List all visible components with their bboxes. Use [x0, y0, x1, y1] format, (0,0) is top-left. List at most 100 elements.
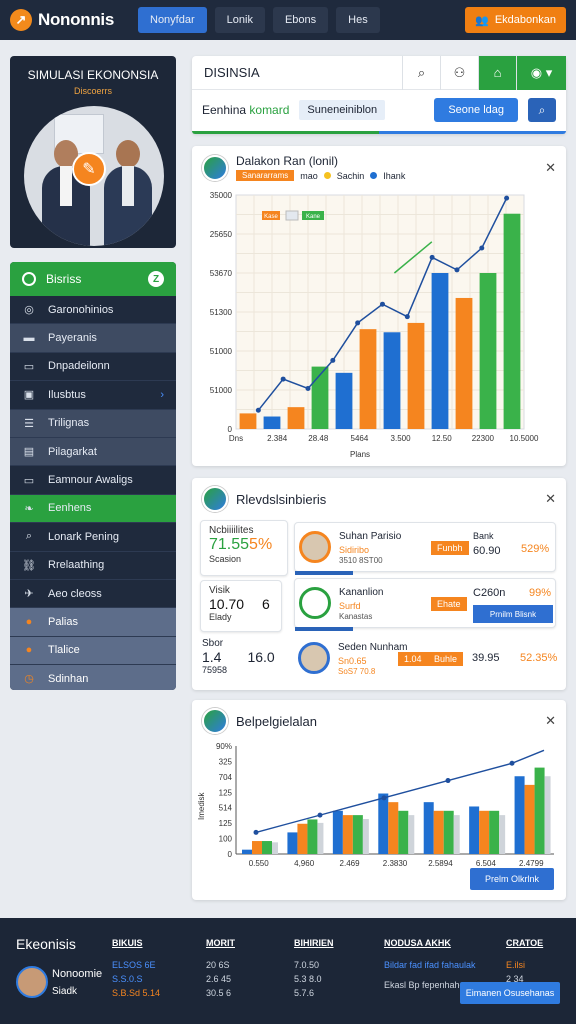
toolbar-card: DISINSIA ⌕ ⚇ ⌂ ◉ ▾ Eenhina komard Sunene…: [192, 55, 566, 134]
sidebar-item[interactable]: ▤ Pilagarkat: [10, 437, 176, 467]
sidebar-item[interactable]: ● Tlalice: [10, 636, 176, 666]
row-name: Kananlion: [339, 587, 384, 598]
category-label: 28.48: [308, 434, 329, 443]
footer-link[interactable]: 30.5 6: [206, 988, 235, 998]
sidebar-item-label: Aeo cleoss: [48, 587, 102, 600]
nav-item[interactable]: Ebons: [272, 7, 329, 33]
footer-link[interactable]: E.ilsi: [506, 960, 543, 970]
line-point: [317, 812, 323, 818]
link-icon: ⛓: [22, 559, 36, 572]
profile-dropdown[interactable]: ◉ ▾: [516, 55, 566, 90]
footer-link[interactable]: 5.3 8.0: [294, 974, 334, 984]
sidebar-header[interactable]: Bisriss Z: [10, 262, 176, 296]
tick-label: 53670: [210, 269, 233, 278]
line-point: [381, 795, 387, 801]
search-icon[interactable]: ⌕: [402, 55, 440, 90]
row-button[interactable]: Prnilm Blisnk: [473, 605, 553, 623]
footer-link[interactable]: S.S.0.S: [112, 974, 160, 984]
tick-label: 0: [228, 425, 233, 434]
stat-label: Visik: [209, 585, 230, 596]
users-icon[interactable]: ⚇: [440, 55, 478, 90]
sidebar-item[interactable]: ☰ Trilignas: [10, 409, 176, 438]
row-tag: Buhle: [428, 652, 464, 666]
progress-bar: [295, 571, 353, 575]
list-item[interactable]: Suhan Parisio Sidiribo 3510 8ST00 Funbh …: [294, 522, 556, 575]
footer-column: MORIT 20 6S 2.6 45 30.5 6: [206, 938, 235, 1002]
category-label: Dns: [229, 434, 243, 443]
list-item[interactable]: Kananlion Surfd Kanastas Ehate C260n 99%…: [294, 578, 556, 631]
sidebar-item-active[interactable]: ❧ Eenhens: [10, 494, 176, 524]
app-logo[interactable]: ↗ Nononnis: [10, 9, 138, 31]
footer-link[interactable]: S.B.Sd 5.14: [112, 988, 160, 998]
chart-bar: [503, 213, 521, 429]
sidebar-item[interactable]: ◎ Garonohinios: [10, 296, 176, 325]
chart-bar: [287, 832, 298, 854]
line-point: [280, 376, 286, 382]
sidebar-item[interactable]: ● Palias: [10, 608, 176, 637]
nav-item[interactable]: Lonik: [214, 7, 265, 33]
progress-bar: [295, 627, 353, 631]
stat-plain: Sbor 1.4 16.0 75958: [202, 638, 275, 675]
cap-icon[interactable]: ⌂: [478, 55, 516, 90]
chart-bar: [252, 841, 262, 854]
toolbar-label-b: komard: [249, 103, 290, 117]
sidebar-item[interactable]: ◷ Sdinhan: [10, 665, 176, 690]
nav-item[interactable]: Nonyfdar: [138, 7, 207, 33]
footer-link[interactable]: ELSOS 6E: [112, 960, 160, 970]
row-value: C260n: [473, 587, 506, 599]
avatar: [202, 486, 228, 512]
chart-bar: [431, 273, 449, 429]
footer-link[interactable]: Bildar fad ifad fahaulak: [384, 960, 476, 970]
tick-label: 704: [219, 773, 233, 782]
plane-icon: ✈: [24, 588, 34, 601]
line-point: [255, 407, 261, 413]
close-icon[interactable]: ✕: [545, 491, 556, 507]
close-icon[interactable]: ✕: [545, 713, 556, 729]
sidebar-item[interactable]: ▬ Payeranis: [10, 324, 176, 353]
chart-bar: [297, 823, 308, 854]
sidebar-item-label: Tlalice: [48, 644, 80, 657]
nav-item[interactable]: Hes: [336, 7, 380, 33]
footer-button[interactable]: Eimanen Osusehanas: [460, 982, 560, 1004]
sidebar-item[interactable]: ⛓ Rrelaathing: [10, 552, 176, 580]
filter-chip[interactable]: Suneneiniblon: [299, 100, 386, 120]
footer-link[interactable]: 20 6S: [206, 960, 235, 970]
footer-link[interactable]: 5.7.6: [294, 988, 334, 998]
row-tag: 1.04: [398, 652, 428, 666]
chart-bar: [433, 810, 444, 854]
stat-value-2: 6: [262, 596, 270, 612]
chart-bar: [524, 784, 535, 854]
sidebar-item-label: Pilagarkat: [48, 445, 97, 458]
search-button[interactable]: ⌕: [528, 98, 556, 122]
sidebar-item[interactable]: ▭ Eamnour Awaligs: [10, 466, 176, 495]
list-item[interactable]: Seden Nunham Sn0.65 SoS7 70.8 1.04 Buhle…: [294, 634, 557, 684]
sidebar-item[interactable]: ▭ Dnpadeilonn: [10, 353, 176, 382]
primary-button[interactable]: Seone ldag: [434, 98, 518, 122]
chart-bar: [342, 815, 353, 854]
line-point: [253, 829, 259, 835]
row-sub2: 3510 8ST00: [339, 556, 383, 565]
sidebar-item[interactable]: ⌕ Lonark Pening: [10, 523, 176, 552]
edit-icon[interactable]: ✎: [72, 152, 106, 186]
chart-bar: [544, 776, 551, 854]
dot-icon: ●: [25, 615, 33, 628]
person-figure: [104, 140, 152, 246]
close-icon[interactable]: ✕: [545, 160, 556, 176]
category-label: 6.504: [476, 859, 497, 868]
cta-button[interactable]: 👥 Ekdabonkan: [465, 7, 566, 33]
row-value: 39.95: [472, 652, 500, 664]
footer-column: BIHIRIEN 7.0.50 5.3 8.0 5.7.6: [294, 938, 334, 1002]
clock-icon: ◷: [24, 673, 34, 686]
row-pct: 529%: [521, 543, 550, 555]
footer-link[interactable]: 7.0.50: [294, 960, 334, 970]
top-bar: ↗ Nononnis Nonyfdar Lonik Ebons Hes 👥 Ek…: [0, 0, 576, 40]
sidebar-item[interactable]: ▣ Ilusbtus ›: [10, 381, 176, 410]
sidebar-item[interactable]: ✈ Aeo cleoss: [10, 580, 176, 609]
stat-label: Sbor: [202, 638, 224, 649]
chart-button[interactable]: Prelm Olkrlnk: [470, 868, 554, 890]
window-icon: ▭: [23, 360, 35, 373]
line-point: [445, 778, 451, 784]
hero-subtitle: Discoerrs: [73, 86, 112, 96]
line-point: [355, 320, 361, 326]
footer-link[interactable]: 2.6 45: [206, 974, 235, 984]
